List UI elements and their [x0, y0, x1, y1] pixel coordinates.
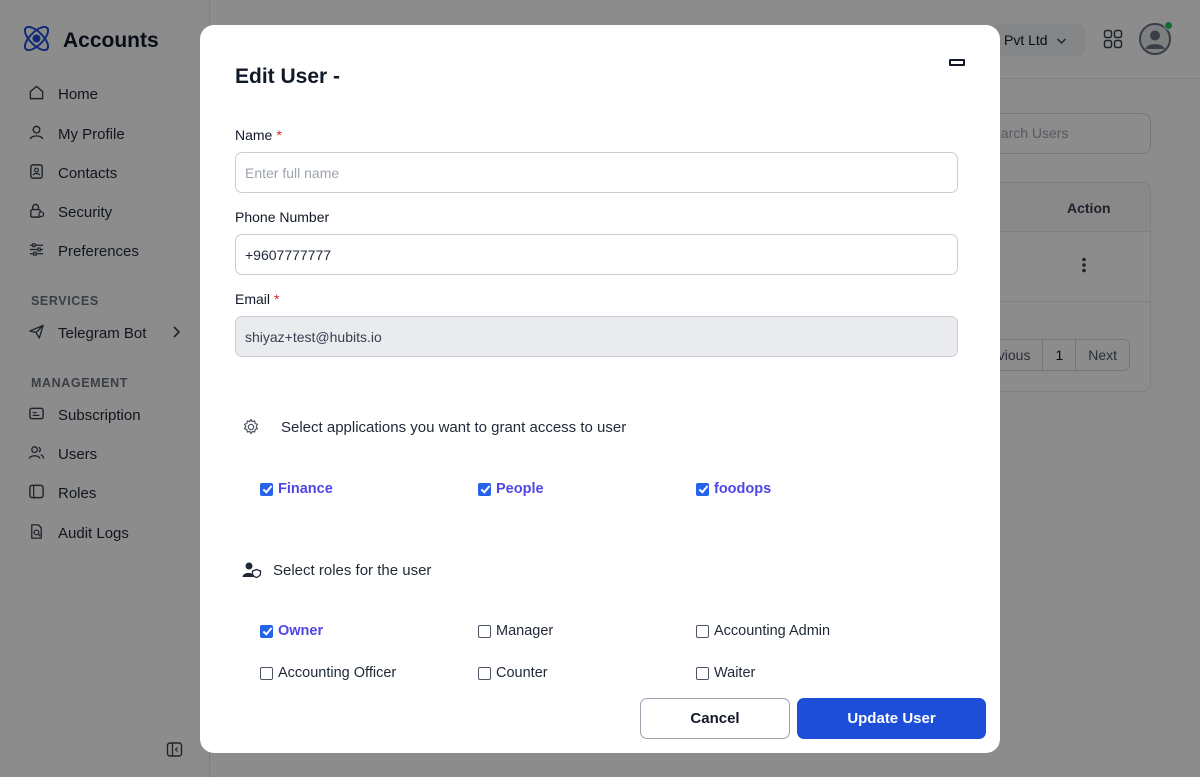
app-checkbox-finance[interactable]: Finance: [260, 481, 333, 497]
phone-input[interactable]: [235, 234, 958, 275]
checkbox-label: People: [496, 481, 544, 497]
name-input[interactable]: [235, 152, 958, 193]
checkbox-label: Accounting Officer: [278, 665, 397, 681]
role-checkbox-owner[interactable]: Owner: [260, 623, 323, 639]
edit-user-modal: Edit User - Name* Phone Number Email* Se…: [200, 25, 1000, 753]
checkbox-label: Waiter: [714, 665, 756, 681]
checkbox-label: Manager: [496, 623, 554, 639]
role-checkbox-accounting-officer[interactable]: Accounting Officer: [260, 665, 396, 681]
role-checkbox-counter[interactable]: Counter: [478, 665, 548, 681]
checkbox[interactable]: [696, 666, 709, 680]
checkbox[interactable]: [478, 624, 491, 638]
applications-section-heading: Select applications you want to grant ac…: [242, 418, 626, 436]
applications-heading-text: Select applications you want to grant ac…: [281, 418, 627, 436]
checkbox[interactable]: [260, 482, 273, 496]
user-shield-icon: [242, 561, 273, 579]
role-checkbox-waiter[interactable]: Waiter: [696, 665, 755, 681]
role-checkbox-manager[interactable]: Manager: [478, 623, 553, 639]
update-user-button[interactable]: Update User: [797, 698, 986, 739]
checkbox[interactable]: [478, 666, 491, 680]
role-checkbox-accounting-admin[interactable]: Accounting Admin: [696, 623, 830, 639]
cancel-button[interactable]: Cancel: [640, 698, 790, 739]
close-icon[interactable]: [949, 59, 965, 66]
app-checkbox-foodops[interactable]: foodops: [696, 481, 771, 497]
checkbox[interactable]: [478, 482, 491, 496]
phone-label: Phone Number: [235, 209, 330, 225]
checkbox[interactable]: [696, 482, 709, 496]
email-label: Email *: [235, 291, 279, 307]
email-label-text: Email: [235, 291, 271, 307]
checkbox[interactable]: [696, 624, 709, 638]
required-marker: *: [276, 127, 282, 143]
roles-heading-text: Select roles for the user: [273, 561, 432, 579]
checkbox[interactable]: [260, 666, 273, 680]
checkbox-label: Accounting Admin: [714, 623, 831, 639]
name-label-text: Name: [235, 127, 273, 143]
checkbox-label: Finance: [278, 481, 333, 497]
roles-section-heading: Select roles for the user: [242, 561, 431, 579]
required-marker: *: [274, 291, 280, 307]
modal-title: Edit User -: [235, 65, 341, 88]
name-label: Name *: [235, 127, 282, 143]
gear-icon: [242, 418, 281, 436]
checkbox-label: foodops: [714, 481, 772, 497]
email-input[interactable]: [235, 316, 958, 357]
checkbox[interactable]: [260, 624, 273, 638]
checkbox-label: Owner: [278, 623, 324, 639]
app-checkbox-people[interactable]: People: [478, 481, 544, 497]
checkbox-label: Counter: [496, 665, 548, 681]
